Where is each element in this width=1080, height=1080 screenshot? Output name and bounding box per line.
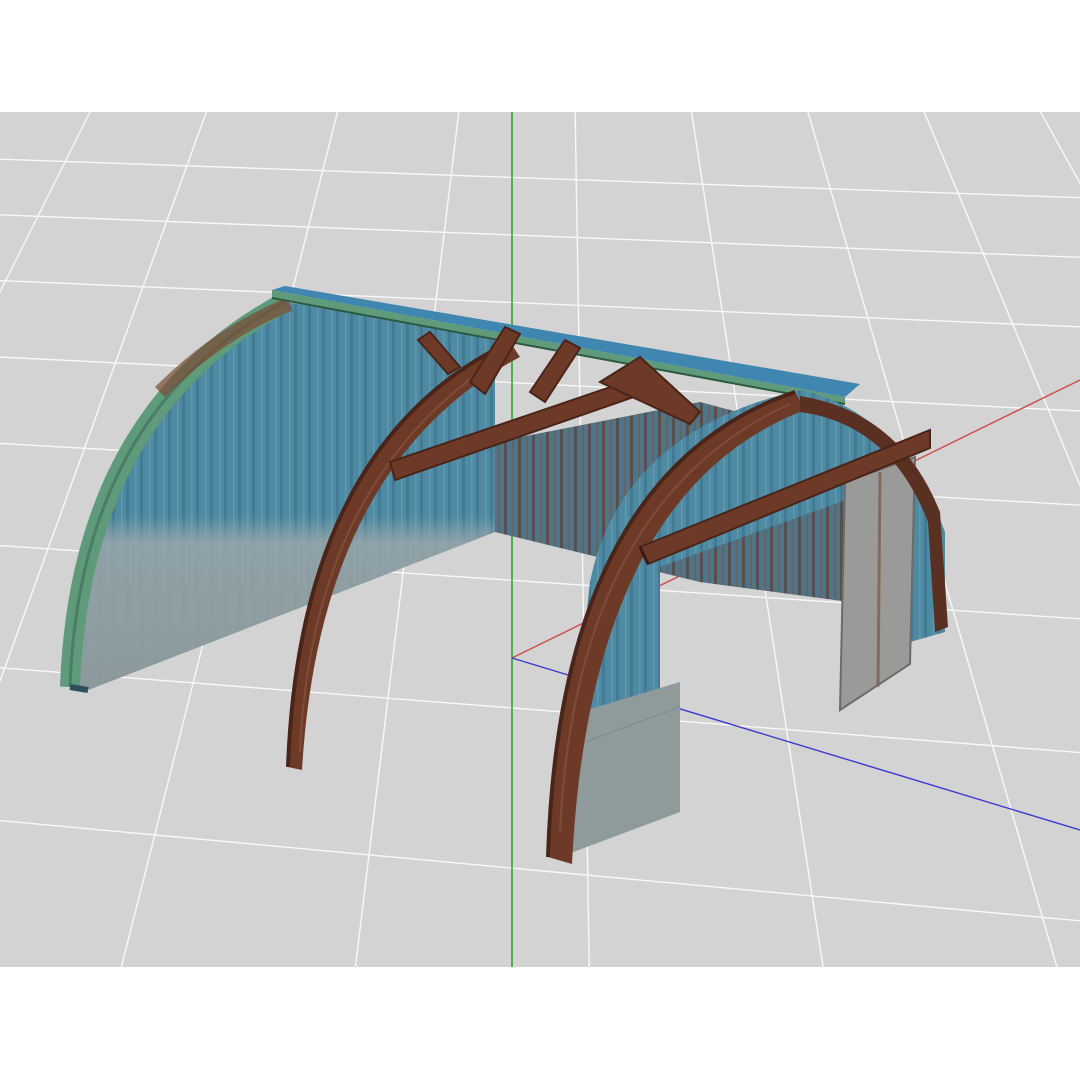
viewport-canvas[interactable] bbox=[0, 112, 1080, 967]
left-end-wall bbox=[60, 293, 495, 693]
door-panel bbox=[838, 455, 917, 712]
3d-viewport[interactable] bbox=[0, 112, 1080, 967]
